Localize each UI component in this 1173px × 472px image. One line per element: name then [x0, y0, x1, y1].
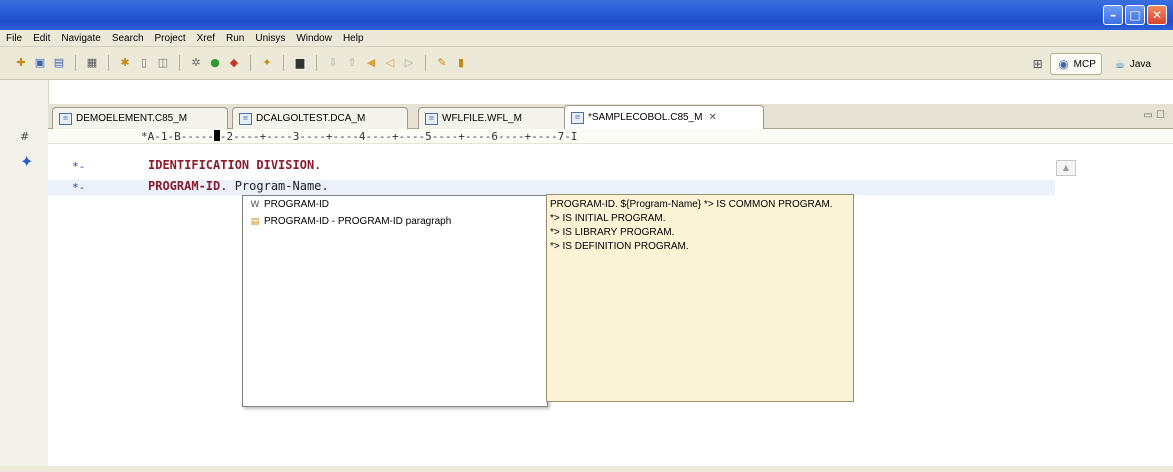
line-marker: *- [72, 160, 86, 173]
mcp-perspective-label: MCP [1073, 58, 1096, 70]
content-assist-item-label: PROGRAM-ID - PROGRAM-ID paragraph [264, 216, 452, 227]
ruler-right: -2----+----3----+----4----+----5----+---… [219, 130, 578, 143]
open-perspective-icon[interactable]: ⊞ [1030, 56, 1046, 72]
tab-label: DCALGOLTEST.DCA_M [256, 113, 366, 124]
window-controls: – □ ✕ [1103, 5, 1167, 25]
close-window-button[interactable]: ✕ [1147, 5, 1167, 25]
tab-demoelement[interactable]: ≡ DEMOELEMENT.C85_M [52, 107, 228, 129]
content-assist-item[interactable]: W PROGRAM-ID [243, 196, 547, 213]
status-bar [0, 466, 1173, 472]
java-perspective-icon: ☕ [1114, 57, 1126, 71]
perspective-switcher: ⊞ ◉ MCP ☕ Java [1030, 53, 1157, 75]
document-icon[interactable]: ▯ [137, 56, 151, 70]
column-ruler: *A-1-B----- -2----+----3----+----4----+--… [141, 130, 577, 143]
menu-navigate[interactable]: Navigate [61, 33, 100, 44]
tab-samplecobol[interactable]: ≡ *SAMPLECOBOL.C85_M ✕ [564, 105, 764, 129]
minimize-button[interactable]: – [1103, 5, 1123, 25]
line-marker: *- [72, 181, 86, 194]
print-icon[interactable]: ▦ [85, 56, 99, 70]
tab-dcalgoltest[interactable]: ≡ DCALGOLTEST.DCA_M [232, 107, 408, 129]
toolbar-separator [425, 55, 426, 71]
mcp-perspective-icon: ◉ [1058, 57, 1069, 71]
ruler-left: *A-1-B----- [141, 130, 214, 143]
quick-access-icon[interactable]: ✦ [20, 152, 33, 171]
back-icon[interactable]: ◁ [383, 56, 397, 70]
view-controls[interactable]: ▭ ☐ [1143, 110, 1165, 121]
info-line: *> IS INITIAL PROGRAM. [550, 213, 666, 224]
toolbar-separator [75, 55, 76, 71]
toolbar-separator [283, 55, 284, 71]
menu-project[interactable]: Project [155, 33, 186, 44]
tab-label: *SAMPLECOBOL.C85_M [588, 112, 703, 123]
content-assist-item-label: PROGRAM-ID [264, 199, 329, 210]
wand-icon[interactable]: ✦ [260, 56, 274, 70]
menu-unisys[interactable]: Unisys [255, 33, 285, 44]
pin-icon[interactable]: ✎ [435, 56, 449, 70]
cobol-keyword: IDENTIFICATION DIVISION [148, 158, 315, 172]
run-icon[interactable]: ● [208, 56, 222, 70]
build-icon[interactable]: ✱ [118, 56, 132, 70]
menu-search[interactable]: Search [112, 33, 144, 44]
tab-wflfile[interactable]: ≡ WFLFILE.WFL_M [418, 107, 566, 129]
main-toolbar: ✚ ▣ ▤ ▦ ✱ ▯ ◫ ✲ ● ◆ ✦ ▆ ⇩ ⇧ ◀ ◁ ▷ ✎ ▮ ⊞ … [0, 47, 1173, 80]
keyword-icon: W [250, 199, 260, 210]
java-perspective-button[interactable]: ☕ Java [1106, 53, 1157, 75]
new-wizard-icon[interactable]: ✚ [14, 56, 28, 70]
outline-icon[interactable]: # [20, 130, 29, 143]
menu-file[interactable]: File [6, 33, 22, 44]
content-assist-item[interactable]: ▤ PROGRAM-ID - PROGRAM-ID paragraph [243, 213, 547, 230]
maximize-button[interactable]: □ [1125, 5, 1145, 25]
next-annotation-icon[interactable]: ⇩ [326, 56, 340, 70]
left-trim: # ✦ [0, 80, 49, 472]
toolbar-separator [316, 55, 317, 71]
tab-label: WFLFILE.WFL_M [442, 113, 523, 124]
editor-tab-bar: ≡ DEMOELEMENT.C85_M ≡ DCALGOLTEST.DCA_M … [48, 104, 1173, 129]
bookmark-icon[interactable]: ▮ [454, 56, 468, 70]
cobol-keyword: PROGRAM-ID [148, 179, 221, 193]
code-line-identification[interactable]: IDENTIFICATION DIVISION. [148, 158, 321, 172]
previous-annotation-icon[interactable]: ⇧ [345, 56, 359, 70]
info-line: *> IS DEFINITION PROGRAM. [550, 241, 689, 252]
last-edit-icon[interactable]: ◀ [364, 56, 378, 70]
code-text: . [314, 158, 322, 172]
scroll-up-arrow[interactable]: ▲ [1056, 160, 1076, 176]
toolbar-separator [179, 55, 180, 71]
menu-xref[interactable]: Xref [197, 33, 215, 44]
toolbar-separator [250, 55, 251, 71]
console-icon[interactable]: ▆ [293, 56, 307, 70]
menu-window[interactable]: Window [296, 33, 332, 44]
file-icon: ≡ [571, 111, 584, 124]
menu-bar: File Edit Navigate Search Project Xref R… [0, 30, 1173, 47]
java-perspective-label: Java [1129, 58, 1151, 70]
file-icon: ≡ [239, 112, 252, 125]
info-line: PROGRAM-ID. ${Program-Name} *> IS COMMON… [550, 199, 833, 210]
toolbar-separator [108, 55, 109, 71]
content-assist-info-panel: PROGRAM-ID. ${Program-Name} *> IS COMMON… [546, 194, 854, 402]
file-icon: ≡ [59, 112, 72, 125]
page-icon[interactable]: ◫ [156, 56, 170, 70]
menu-edit[interactable]: Edit [33, 33, 50, 44]
file-icon: ≡ [425, 112, 438, 125]
code-line-program-id[interactable]: PROGRAM-ID. Program-Name. [148, 179, 329, 193]
code-text: . Program-Name. [220, 179, 329, 193]
window-title-bar: – □ ✕ [0, 0, 1173, 30]
tab-label: DEMOELEMENT.C85_M [76, 113, 188, 124]
content-assist-popup: W PROGRAM-ID ▤ PROGRAM-ID - PROGRAM-ID p… [242, 195, 548, 407]
menu-run[interactable]: Run [226, 33, 244, 44]
debug-icon[interactable]: ✲ [189, 56, 203, 70]
save-icon[interactable]: ▣ [33, 56, 47, 70]
template-icon: ▤ [250, 216, 260, 227]
forward-icon[interactable]: ▷ [402, 56, 416, 70]
mcp-perspective-button[interactable]: ◉ MCP [1049, 53, 1102, 75]
close-tab-icon[interactable]: ✕ [709, 112, 717, 123]
info-line: *> IS LIBRARY PROGRAM. [550, 227, 675, 238]
save-all-icon[interactable]: ▤ [52, 56, 66, 70]
external-tools-icon[interactable]: ◆ [227, 56, 241, 70]
menu-help[interactable]: Help [343, 33, 364, 44]
